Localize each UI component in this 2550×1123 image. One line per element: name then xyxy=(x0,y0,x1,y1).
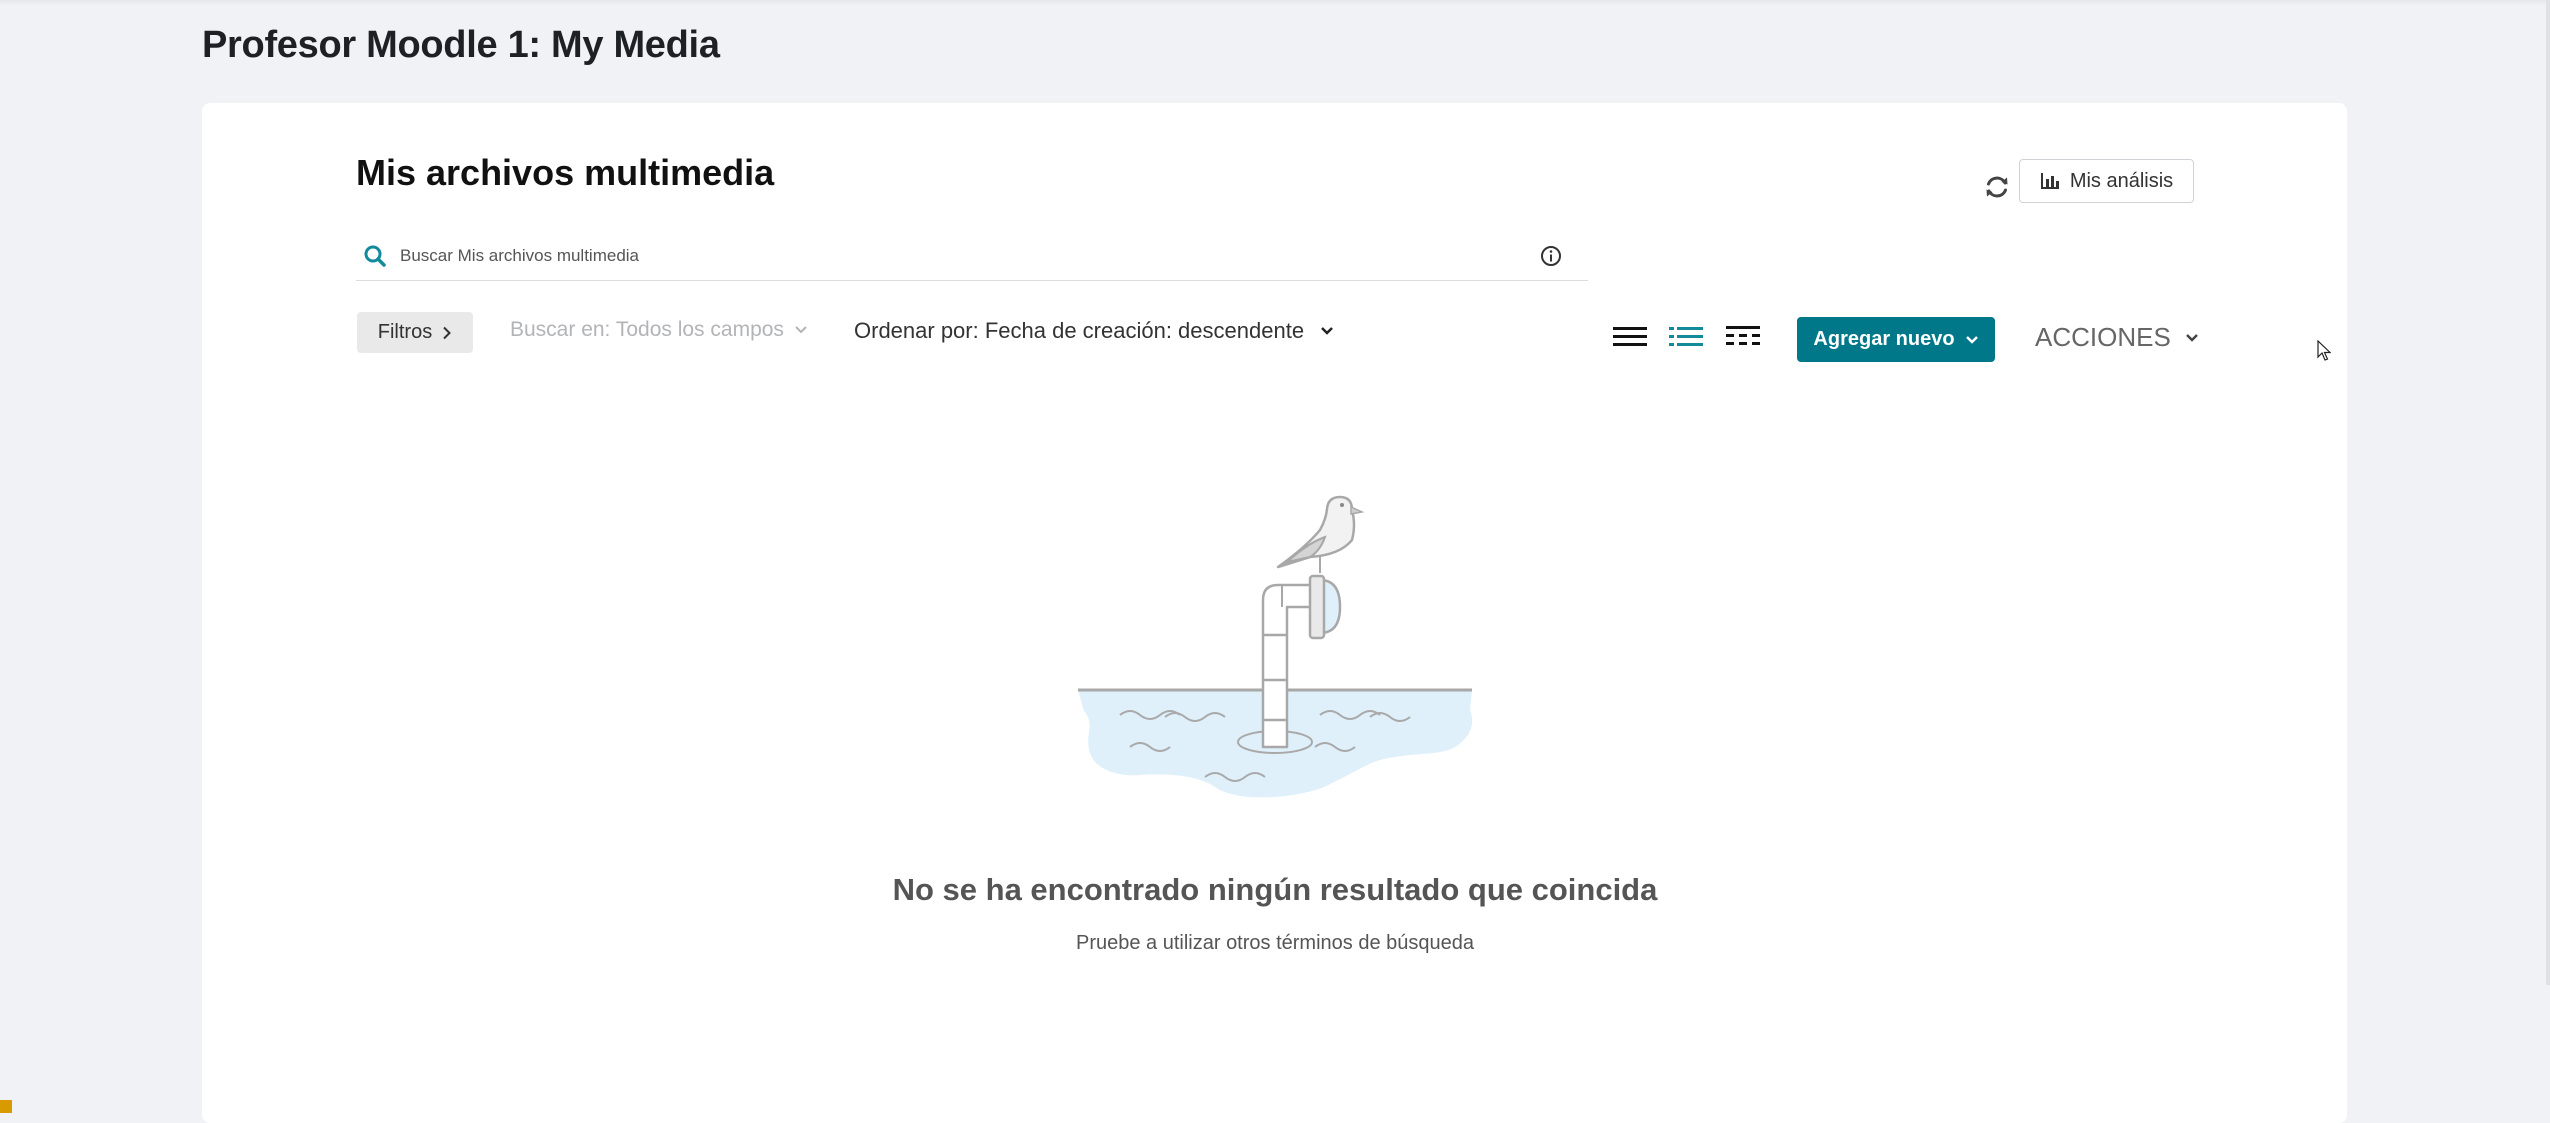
add-new-label: Agregar nuevo xyxy=(1813,328,1955,350)
chevron-down-icon xyxy=(795,326,807,334)
my-media-title: Mis archivos multimedia xyxy=(356,152,775,193)
actions-dropdown[interactable]: ACCIONES xyxy=(2035,322,2199,353)
search-bar xyxy=(356,234,1588,281)
search-in-label: Buscar en: Todos los campos xyxy=(510,318,784,341)
grid-view-icon[interactable] xyxy=(1725,322,1761,352)
page-title: Profesor Moodle 1: My Media xyxy=(202,24,720,66)
list-view-icon[interactable] xyxy=(1668,322,1704,352)
actions-label: ACCIONES xyxy=(2035,322,2171,352)
page-scrollbar[interactable] xyxy=(2546,0,2550,985)
filters-label: Filtros xyxy=(377,321,433,343)
chevron-down-icon xyxy=(2185,333,2198,342)
my-analytics-button[interactable]: Mis análisis xyxy=(2019,159,2194,203)
bar-chart-icon xyxy=(2040,173,2059,189)
sort-label: Ordenar por: Fecha de creación: descende… xyxy=(854,318,1305,343)
chevron-right-icon xyxy=(443,326,452,339)
chevron-down-icon xyxy=(1965,335,1978,344)
sort-dropdown[interactable]: Ordenar por: Fecha de creación: descende… xyxy=(854,318,1334,344)
my-analytics-label: Mis análisis xyxy=(2069,169,2174,192)
refresh-icon[interactable] xyxy=(1983,173,2011,201)
mouse-cursor-icon xyxy=(2317,340,2331,361)
add-new-button[interactable]: Agregar nuevo xyxy=(1797,317,1995,362)
corner-indicator xyxy=(0,1100,12,1113)
chevron-down-icon xyxy=(1321,327,1333,335)
search-input[interactable] xyxy=(400,240,1470,272)
seagull-illustration xyxy=(1078,495,1473,798)
top-bar-shadow xyxy=(0,0,2550,6)
info-icon[interactable] xyxy=(1540,245,1562,267)
detailed-view-icon[interactable] xyxy=(1612,322,1648,352)
no-results-title: No se ha encontrado ningún resultado que… xyxy=(892,872,1658,907)
filters-button[interactable]: Filtros xyxy=(357,312,473,353)
search-in-dropdown[interactable]: Buscar en: Todos los campos xyxy=(510,318,808,342)
search-icon xyxy=(364,245,386,267)
no-results-subtitle: Pruebe a utilizar otros términos de búsq… xyxy=(1075,932,1474,954)
